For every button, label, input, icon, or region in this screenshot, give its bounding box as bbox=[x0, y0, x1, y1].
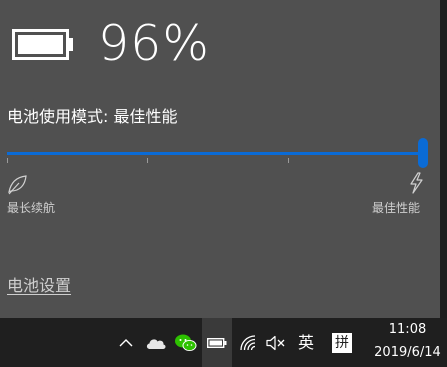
battery-full-icon bbox=[12, 29, 73, 60]
lightning-bolt-icon bbox=[410, 172, 423, 194]
show-hidden-icons-button[interactable] bbox=[114, 318, 138, 367]
battery-flyout: 96% 电池使用模式: 最佳性能 最长续航 最佳性能 电池设置 bbox=[0, 0, 440, 318]
best-performance-label: 最佳性能 bbox=[371, 201, 420, 215]
clock-date: 2019/6/14 bbox=[374, 345, 441, 360]
wifi-icon bbox=[240, 334, 256, 350]
slider-track-filled bbox=[7, 152, 423, 155]
desktop-edge bbox=[440, 0, 447, 318]
chevron-up-icon bbox=[119, 338, 133, 346]
slider-thumb[interactable] bbox=[418, 138, 428, 168]
max-battery-life-label: 最长续航 bbox=[7, 201, 56, 215]
volume-button[interactable] bbox=[264, 318, 288, 367]
battery-tray-button[interactable] bbox=[202, 318, 232, 367]
ime-mode-box: 拼 bbox=[332, 332, 352, 353]
ime-mode-label: 拼 bbox=[335, 334, 349, 351]
network-button[interactable] bbox=[236, 318, 260, 367]
speaker-muted-icon bbox=[266, 335, 285, 350]
power-mode-label: 电池使用模式: 最佳性能 bbox=[7, 107, 178, 126]
wechat-button[interactable] bbox=[172, 318, 200, 367]
taskbar-clock[interactable]: 11:08 2019/6/14 bbox=[368, 318, 447, 367]
battery-percentage: 96% bbox=[98, 15, 210, 72]
battery-settings-link[interactable]: 电池设置 bbox=[7, 275, 71, 297]
clock-time: 11:08 bbox=[388, 322, 427, 337]
ime-language-toggle[interactable]: 英 bbox=[294, 318, 318, 367]
onedrive-cloud-icon bbox=[146, 338, 166, 349]
power-mode-slider[interactable] bbox=[7, 138, 428, 168]
leaf-icon bbox=[8, 175, 27, 195]
slider-tick bbox=[288, 158, 289, 163]
onedrive-button[interactable] bbox=[143, 318, 169, 367]
wechat-icon bbox=[175, 334, 197, 351]
slider-tick bbox=[7, 158, 8, 163]
ime-mode-button[interactable]: 拼 bbox=[328, 318, 356, 367]
slider-tick bbox=[147, 158, 148, 163]
battery-icon bbox=[207, 337, 227, 348]
